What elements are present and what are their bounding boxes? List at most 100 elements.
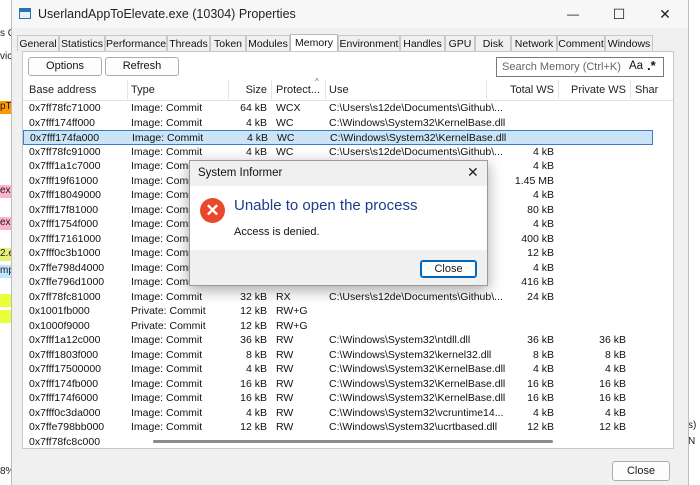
column-separator[interactable] — [558, 80, 559, 99]
tab-windows[interactable]: Windows — [605, 35, 653, 51]
cell-priv: 16 kB — [599, 392, 626, 404]
cell-base: 0x7fff17161000 — [29, 232, 102, 245]
cell-use: C:\Windows\System32\vcruntime14... — [329, 406, 504, 419]
table-row[interactable]: 0x7fff174fa000 Image: Commit 4 kB WC C:\Wind… — [23, 130, 653, 145]
cell-base: 0x7fff174f6000 — [29, 392, 99, 404]
tab-handles[interactable]: Handles — [400, 35, 445, 51]
column-total-ws[interactable]: Total WS — [491, 84, 554, 96]
cell-priv: 36 kB — [599, 334, 626, 346]
dialog-body: ✕ Unable to open the process Access is d… — [190, 186, 487, 250]
cell-priv: 8 kB — [604, 348, 626, 361]
tab-token[interactable]: Token — [210, 35, 246, 51]
column-separator[interactable] — [486, 80, 487, 99]
cell-base: 0x1000f9000 — [29, 319, 90, 332]
minimize-button[interactable]: — — [550, 2, 596, 26]
tab-statistics[interactable]: Statistics — [59, 35, 105, 51]
column-separator[interactable] — [271, 80, 272, 99]
cell-size: 64 kB — [240, 102, 267, 114]
close-properties-button[interactable]: Close — [612, 461, 670, 481]
cell-base: 0x7ffe796d1000 — [29, 276, 105, 288]
cell-prot: RW+G — [276, 305, 308, 317]
column-use[interactable]: Use — [329, 84, 349, 96]
table-row[interactable]: 0x7fff174fb000 Image: Commit 16 kB RW C:\Win… — [23, 377, 653, 392]
cell-priv: 4 kB — [604, 406, 626, 419]
cell-total: 4 kB — [532, 406, 554, 419]
cell-total: 12 kB — [527, 247, 554, 259]
background-fragment: 8% — [0, 466, 11, 479]
column-base-address[interactable]: Base address — [29, 84, 96, 96]
table-row[interactable]: 0x7ffe798bb000 Image: Commit 12 kB RW C:\Win… — [23, 420, 653, 435]
refresh-button[interactable]: Refresh — [105, 57, 179, 76]
error-icon: ✕ — [200, 198, 225, 223]
cell-total: 4 kB — [532, 189, 554, 201]
table-row[interactable]: 0x7ff78fc91000 Image: Commit 4 kB WC C:\User… — [23, 145, 653, 160]
column-separator[interactable] — [127, 80, 128, 99]
horizontal-scrollbar[interactable] — [153, 440, 553, 443]
cell-total: 36 kB — [527, 334, 554, 346]
table-row[interactable]: 0x7fff174f6000 Image: Commit 16 kB RW C:\Win… — [23, 391, 653, 406]
dialog-close-button[interactable]: Close — [420, 260, 477, 278]
cell-size: 12 kB — [240, 319, 267, 332]
cell-base: 0x7fff174ff000 — [29, 116, 95, 129]
cell-base: 0x7fff1754f000 — [29, 218, 99, 230]
dialog-title: System Informer — [198, 167, 283, 179]
maximize-button[interactable]: ☐ — [596, 2, 642, 26]
column-type[interactable]: Type — [131, 84, 155, 96]
column-private-ws[interactable]: Private WS — [563, 84, 626, 96]
table-row[interactable]: 0x7fff0c3da000 Image: Commit 4 kB RW C:\Wind… — [23, 406, 653, 421]
table-row[interactable]: 0x7ff78fc81000 Image: Commit 32 kB RX C:\Use… — [23, 290, 653, 305]
table-row[interactable]: 0x1000f9000 Private: Commit 12 kB RW+G — [23, 319, 653, 334]
tab-threads[interactable]: Threads — [167, 35, 210, 51]
cell-base: 0x7fff17f81000 — [29, 203, 99, 216]
tab-memory[interactable]: Memory — [290, 34, 338, 52]
column-protection[interactable]: Protect... — [276, 84, 320, 96]
background-fragment — [0, 294, 11, 307]
cell-prot: RW — [276, 348, 294, 361]
cell-base: 0x7fff0c3b1000 — [29, 247, 101, 259]
column-size[interactable]: Size — [233, 84, 267, 96]
cell-use: C:\Windows\System32\kernel32.dll — [329, 348, 492, 361]
cell-size: 16 kB — [240, 377, 267, 390]
tab-performance[interactable]: Performance — [105, 35, 167, 51]
cell-type: Image: Commit — [131, 377, 203, 390]
cell-use: C:\Windows\System32\KernelBase.dll — [329, 116, 506, 129]
table-row[interactable]: 0x7fff174ff000 Image: Commit 4 kB WC C:\Wind… — [23, 116, 653, 131]
column-shared[interactable]: Shar — [635, 84, 658, 96]
cell-type: Image: Commit — [131, 334, 203, 346]
background-fragment: mp — [0, 265, 11, 278]
background-fragment: exp — [0, 185, 11, 198]
cell-total: 1.45 MB — [514, 174, 554, 187]
table-row[interactable]: 0x7fff1a12c000 Image: Commit 36 kB RW C:\Win… — [23, 333, 653, 348]
table-row[interactable]: 0x7ff78fc71000 Image: Commit 64 kB WCX C:\Us… — [23, 101, 653, 116]
tab-general[interactable]: General — [17, 35, 59, 51]
cell-prot: RW — [276, 406, 294, 419]
table-row[interactable]: 0x7fff17500000 Image: Commit 4 kB RW C:\Wind… — [23, 362, 653, 377]
regex-toggle[interactable]: .* — [647, 58, 656, 73]
title-bar[interactable]: UserlandAppToElevate.exe (10304) Propert… — [12, 0, 688, 28]
tab-environment[interactable]: Environment — [338, 35, 400, 51]
search-input[interactable]: Search Memory (Ctrl+K) Aa .* — [496, 57, 664, 77]
cell-use: C:\Users\s12de\Documents\Github\... — [329, 145, 503, 158]
tab-comment[interactable]: Comment — [557, 35, 605, 51]
cell-base: 0x7ff78fc71000 — [29, 102, 101, 114]
close-window-button[interactable]: ✕ — [642, 2, 688, 26]
match-case-toggle[interactable]: Aa — [629, 60, 643, 72]
cell-prot: RW — [276, 363, 294, 375]
tab-disk[interactable]: Disk — [475, 35, 511, 51]
table-row[interactable]: 0x1001fb000 Private: Commit 12 kB RW+G — [23, 304, 653, 319]
tab-gpu[interactable]: GPU — [445, 35, 475, 51]
column-separator[interactable] — [228, 80, 229, 99]
column-separator[interactable] — [325, 80, 326, 99]
cell-use: C:\Users\s12de\Documents\Github\... — [329, 102, 503, 114]
cell-use: C:\Windows\System32\KernelBase.dll — [329, 363, 506, 375]
tab-modules[interactable]: Modules — [246, 35, 290, 51]
cell-prot: RW — [276, 334, 294, 346]
options-button[interactable]: Options — [28, 57, 102, 76]
table-row[interactable]: 0x7fff1803f000 Image: Commit 8 kB RW C:\Wind… — [23, 348, 653, 363]
cell-base: 0x7ffe798d4000 — [29, 261, 105, 274]
background-fragment-right-1: s) — [688, 420, 697, 431]
tab-network[interactable]: Network — [511, 35, 557, 51]
column-separator[interactable] — [630, 80, 631, 99]
dialog-close-icon[interactable]: ✕ — [467, 164, 479, 181]
cell-base: 0x7ff78fc8c000 — [29, 435, 101, 448]
